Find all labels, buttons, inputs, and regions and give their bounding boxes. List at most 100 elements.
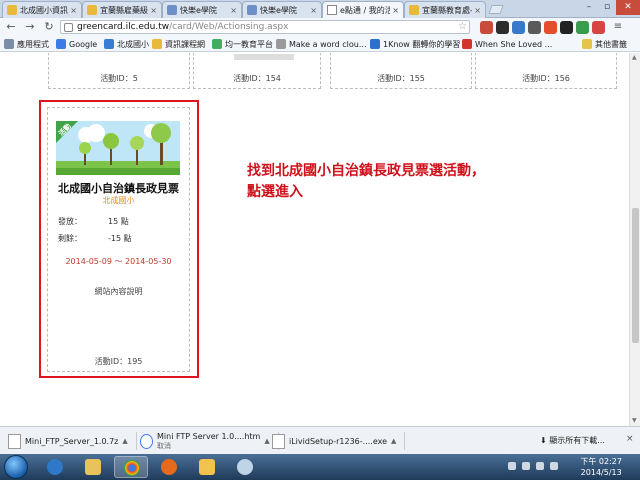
tab-2[interactable]: 宜蘭縣雇藥級北 × <box>82 1 162 18</box>
scroll-down-icon[interactable]: ▼ <box>632 417 637 424</box>
extension-icon[interactable] <box>544 21 557 34</box>
url-host: greencard.ilc.edu.tw <box>77 22 170 32</box>
download-name: Mini FTP Server 1.0....htm <box>157 431 261 441</box>
exe-file-icon <box>272 433 285 449</box>
extension-icon[interactable] <box>576 21 589 34</box>
activity-id: 活動ID：155 <box>377 74 425 83</box>
taskbar-chrome[interactable] <box>114 456 148 478</box>
extension-icon[interactable] <box>512 21 525 34</box>
extension-icon[interactable] <box>496 21 509 34</box>
extension-icon[interactable] <box>528 21 541 34</box>
issued-value: 15 點 <box>108 217 129 226</box>
forward-arrow-icon[interactable]: → <box>22 19 38 35</box>
featured-activity-card[interactable]: 活動 北成國小自治鎮長政見票 北成國小 發放： 15 點 剩餘： -15 點 2… <box>47 107 190 372</box>
download-item[interactable]: Mini FTP Server 1.0....htm 取消 ▲ <box>140 431 279 451</box>
taskbar-explorer[interactable] <box>76 456 110 478</box>
system-clock[interactable]: 下午 02:27 2014/5/13 <box>580 456 622 478</box>
close-tab-icon[interactable]: × <box>474 6 481 15</box>
close-shelf-icon[interactable]: × <box>626 434 634 444</box>
system-tray: 下午 02:27 2014/5/13 <box>500 454 640 480</box>
issued-row: 發放： 15 點 <box>58 216 129 227</box>
activity-id: 活動ID：5 <box>100 74 138 83</box>
site-description-link[interactable]: 網站內容說明 <box>48 286 189 297</box>
show-all-downloads-link[interactable]: ⬇ 顯示所有下載... <box>540 435 605 446</box>
divider <box>404 432 406 450</box>
bookmark-item[interactable]: 1Know 翻轉你的學習 <box>370 38 460 50</box>
activity-card[interactable]: 活動ID：5 <box>48 53 190 89</box>
download-item[interactable]: Mini_FTP_Server_1.0.7z ▲ <box>8 431 137 451</box>
close-tab-icon[interactable]: × <box>310 6 317 15</box>
reload-icon[interactable]: ↻ <box>41 19 57 35</box>
scrollbar-thumb[interactable] <box>632 208 639 343</box>
taskbar-app[interactable] <box>228 456 262 478</box>
bookmark-item[interactable]: 北成國小 <box>104 38 149 50</box>
tab-title: 快樂e學院 <box>180 5 217 15</box>
tab-4[interactable]: 快樂e學院 × <box>242 1 322 18</box>
extension-icon[interactable] <box>480 21 493 34</box>
chevron-up-icon[interactable]: ▲ <box>391 437 396 445</box>
tray-icon[interactable] <box>522 462 530 470</box>
page-icon <box>87 5 97 15</box>
bookmark-item[interactable]: 均一教育平台 <box>212 38 273 50</box>
address-bar[interactable]: greencard.ilc.edu.tw/card/Web/Actionsing… <box>60 20 470 34</box>
back-arrow-icon[interactable]: ← <box>3 19 19 35</box>
tab-6[interactable]: 宜蘭縣教育處-創 × <box>404 1 486 18</box>
scroll-up-icon[interactable]: ▲ <box>632 54 637 61</box>
tab-strip: 北成國小資訊融 × 宜蘭縣雇藥級北 × 快樂e學院 × 快樂e學院 × e點通 … <box>0 0 640 18</box>
page-icon <box>409 5 419 15</box>
bookmark-other[interactable]: 其他書籤 <box>582 38 627 50</box>
bookmark-item[interactable]: When She Loved ... <box>462 38 552 50</box>
activity-card[interactable]: 活動ID：156 <box>475 53 617 89</box>
maximize-icon[interactable]: ▫ <box>598 0 616 15</box>
bookmark-apps[interactable]: 應用程式 <box>4 38 49 50</box>
close-tab-icon[interactable]: × <box>70 6 77 15</box>
download-item[interactable]: iLividSetup-r1236-....exe ▲ <box>272 431 406 451</box>
download-name: Mini_FTP_Server_1.0.7z <box>25 436 119 446</box>
close-tab-icon[interactable]: × <box>150 6 157 15</box>
clock-time: 下午 02:27 <box>580 457 622 466</box>
bookmark-item[interactable]: 資訊課程網 <box>152 38 205 50</box>
tray-icon[interactable] <box>508 462 516 470</box>
taskbar-ie[interactable] <box>38 456 72 478</box>
activity-title[interactable]: 北成國小自治鎮長政見票 <box>48 180 189 196</box>
activity-id: 活動ID：154 <box>233 74 281 83</box>
chevron-up-icon[interactable]: ▲ <box>122 437 127 445</box>
close-tab-icon[interactable]: × <box>230 6 237 15</box>
tab-5-active[interactable]: e點通 / 我的活動 × <box>322 1 404 18</box>
extension-icon[interactable] <box>592 21 605 34</box>
chevron-up-icon[interactable]: ▲ <box>264 437 269 445</box>
tab-1[interactable]: 北成國小資訊融 × <box>2 1 82 18</box>
volume-icon[interactable] <box>550 462 558 470</box>
taskbar-firefox[interactable] <box>152 456 186 478</box>
minimize-icon[interactable]: – <box>580 0 598 15</box>
activity-card[interactable]: 活動ID：155 <box>330 53 472 89</box>
site-icon <box>370 39 380 49</box>
activity-card[interactable]: 活動ID：154 <box>193 53 321 89</box>
ie-icon <box>47 459 63 475</box>
start-button[interactable] <box>4 455 28 479</box>
network-icon[interactable] <box>536 462 544 470</box>
bookmark-item[interactable]: Make a word clou... <box>276 38 366 50</box>
page-info-icon[interactable] <box>64 22 73 32</box>
apps-grid-icon <box>4 39 14 49</box>
file-icon <box>8 433 21 449</box>
vertical-scrollbar[interactable]: ▲ ▼ <box>629 53 640 426</box>
close-tab-icon[interactable]: × <box>392 6 399 15</box>
page-icon <box>327 5 337 15</box>
bookmark-star-icon[interactable]: ☆ <box>458 21 467 32</box>
new-tab-button[interactable] <box>488 5 504 14</box>
taskbar-app[interactable] <box>190 456 224 478</box>
activity-dates: 2014-05-09 ～ 2014-05-30 <box>65 257 172 266</box>
extension-icon[interactable] <box>560 21 573 34</box>
globe-icon <box>104 39 114 49</box>
close-window-icon[interactable]: ✕ <box>616 0 640 15</box>
park-illustration <box>56 121 180 175</box>
tab-3[interactable]: 快樂e學院 × <box>162 1 242 18</box>
download-shelf: Mini_FTP_Server_1.0.7z ▲ Mini FTP Server… <box>0 426 640 454</box>
download-arrow-icon: ⬇ <box>540 436 550 445</box>
bookmark-item[interactable]: Google <box>56 38 97 50</box>
chrome-icon <box>140 433 153 449</box>
firefox-icon <box>161 459 177 475</box>
leaf-icon <box>212 39 222 49</box>
menu-icon[interactable]: ≡ <box>612 20 624 34</box>
